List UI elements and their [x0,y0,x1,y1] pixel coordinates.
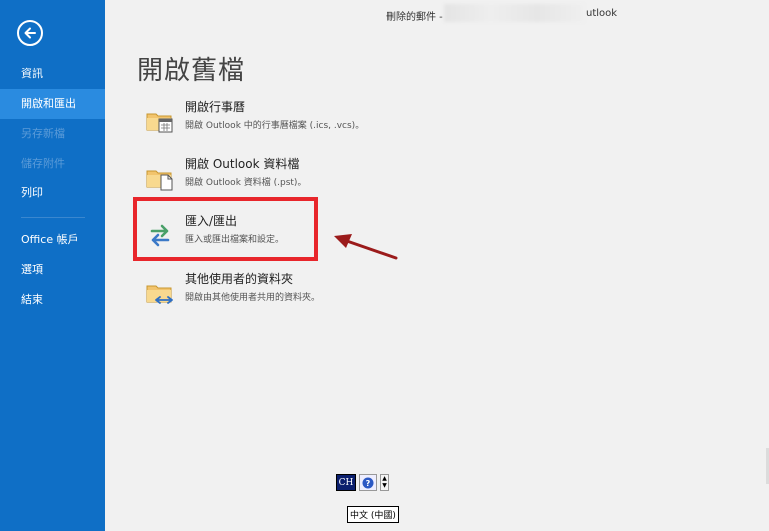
other-user-folder-title: 其他使用者的資料夾 [185,272,294,286]
folder-calendar-icon [146,113,173,133]
back-button[interactable] [17,20,43,46]
redacted-title [444,4,584,22]
ime-toolbar: CH ? ▲ ▼ [336,474,389,491]
sidebar-item-open-export[interactable]: 開啟和匯出 [0,89,105,119]
sidebar-item-print[interactable]: 列印 [0,178,105,208]
open-calendar-title: 開啟行事曆 [185,100,246,114]
page-title: 開啟舊檔 [137,56,246,86]
ime-language-button[interactable]: CH [336,474,356,491]
sidebar-item-office-account[interactable]: Office 帳戶 [0,225,105,255]
window-title-right: utlook [586,8,618,19]
shared-folder-icon [146,285,173,304]
window-title-left: 刪除的郵件 - [386,12,443,23]
backstage-sidebar: 資訊 開啟和匯出 另存新檔 儲存附件 列印 Office 帳戶 選項 結束 [0,0,105,531]
annotation-arrow-icon [334,234,398,260]
sidebar-item-save-attachments: 儲存附件 [21,157,65,170]
help-icon: ? [362,477,374,488]
open-calendar-item[interactable]: 開啟行事曆 開啟 Outlook 中的行事曆檔案 (.ics, .vcs)。 [140,98,440,148]
sidebar-item-options[interactable]: 選項 [0,255,105,285]
sidebar-item-save-as: 另存新檔 [21,127,65,140]
open-calendar-desc: 開啟 Outlook 中的行事曆檔案 (.ics, .vcs)。 [185,121,365,131]
folder-document-icon [146,170,173,191]
chevron-up-icon: ▲ [382,475,387,482]
open-data-file-desc: 開啟 Outlook 資料檔 (.pst)。 [185,178,307,188]
ime-options-spinner[interactable]: ▲ ▼ [380,474,389,491]
arrow-left-icon [24,27,36,39]
open-data-file-title: 開啟 Outlook 資料檔 [185,157,300,171]
other-user-folder-item[interactable]: 其他使用者的資料夾 開啟由其他使用者共用的資料夾。 [140,270,440,320]
chevron-down-icon: ▼ [382,482,387,489]
ime-help-button[interactable]: ? [359,474,377,491]
ime-tooltip: 中文 (中國) [347,506,399,523]
other-user-folder-desc: 開啟由其他使用者共用的資料夾。 [185,293,321,303]
sidebar-item-exit[interactable]: 結束 [0,285,105,315]
svg-text:?: ? [366,479,371,488]
title-bar: 刪除的郵件 - utlook [0,0,769,28]
annotation-highlight-box [133,197,318,261]
sidebar-item-info[interactable]: 資訊 [0,59,105,89]
sidebar-divider [21,217,85,218]
